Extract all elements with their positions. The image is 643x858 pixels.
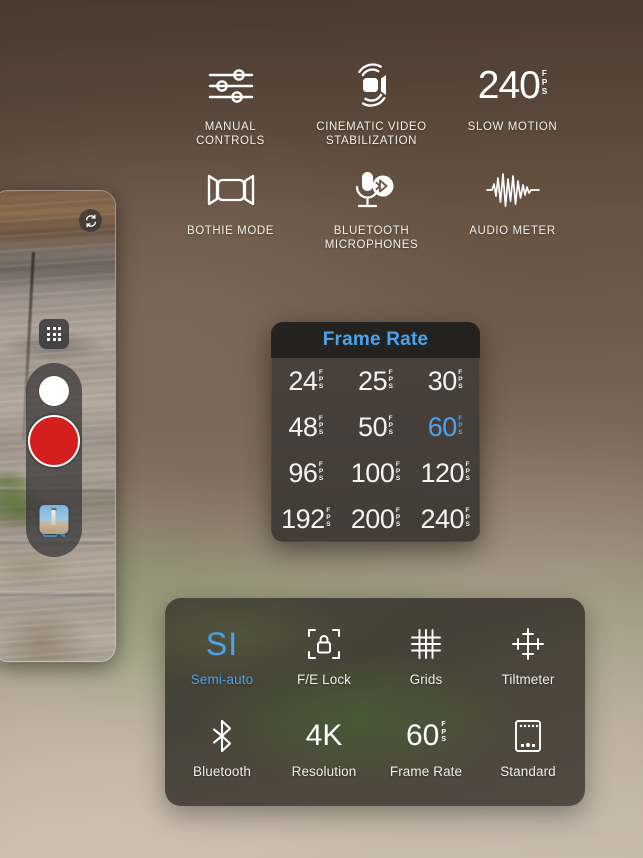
rock-ledge (0, 590, 115, 596)
resolution-4k-icon: 4K (306, 714, 343, 758)
semi-auto-value: SI (205, 625, 239, 662)
frame-rate-value: 120 (420, 458, 465, 488)
setting-grids[interactable]: Grids (375, 608, 477, 700)
semi-auto-si-icon: SI (206, 622, 238, 666)
frame-rate-option-120[interactable]: 120 F P S (410, 450, 480, 496)
frame-rate-value: 60 (427, 412, 458, 442)
feature-label: CINEMATIC VIDEO STABILIZATION (316, 121, 427, 147)
setting-label: F/E Lock (296, 671, 352, 687)
setting-label: Tiltmeter (501, 671, 555, 687)
fps-unit: FPS (326, 507, 331, 528)
frame-rate-option-60[interactable]: 60 F P S (410, 404, 480, 450)
frame-rate-option-24[interactable]: 24 F P S (271, 358, 341, 404)
feature-label: BLUETOOTH MICROPHONES (324, 225, 419, 251)
frame-rate-title: Frame Rate (271, 322, 480, 358)
bluetooth-microphone-icon (345, 162, 399, 218)
fps-unit: F P S (441, 721, 447, 743)
sliders-icon (205, 58, 257, 114)
feature-bothie-mode[interactable]: BOTHIE MODE (160, 162, 301, 252)
frame-rate-value: 25 (358, 366, 388, 396)
feature-label: AUDIO METER (469, 225, 556, 237)
lighthouse-tower (51, 510, 56, 526)
fps-unit: FPS (458, 415, 463, 436)
resolution-value: 4K (305, 718, 343, 752)
setting-fe-lock[interactable]: F/E Lock (273, 608, 375, 700)
frame-rate-option-48[interactable]: 48 F P S (271, 404, 341, 450)
standard-format-icon (513, 714, 543, 758)
setting-label: Grids (409, 671, 443, 687)
frame-rate-option-96[interactable]: 96 F P S (271, 450, 341, 496)
grid-dots-icon[interactable] (39, 319, 69, 349)
setting-label: Resolution (291, 763, 357, 779)
frame-rate-value: 240 (420, 504, 465, 534)
feature-label: MANUAL CONTROLS (196, 121, 265, 147)
frame-rate-value: 30 (427, 366, 458, 396)
setting-label: Frame Rate (389, 763, 463, 779)
frame-rate-value: 192 (281, 504, 325, 534)
frame-rate-options-grid: 24 F P S 25 F P S 30 F P S 48 F P S 50 F P S 60 F P S 96 F P… (271, 358, 480, 542)
setting-bluetooth[interactable]: Bluetooth (171, 700, 273, 792)
settings-options-grid: SI Semi-auto F/E Lock Grids Tiltmeter Bl… (165, 598, 585, 806)
setting-semi-auto[interactable]: SI Semi-auto (171, 608, 273, 700)
setting-label: Semi-auto (190, 671, 254, 687)
frame-rate-value: 60 (405, 719, 440, 752)
fps-unit: FPS (465, 507, 470, 528)
grids-icon (410, 622, 442, 666)
focus-exposure-lock-icon (307, 622, 341, 666)
feature-cinematic-video-stabilization[interactable]: CINEMATIC VIDEO STABILIZATION (301, 58, 442, 148)
frame-rate-value: 100 (350, 458, 395, 488)
frame-rate-popover[interactable]: Frame Rate 24 F P S 25 F P S 30 F P S 48 F P S 50 F P S… (271, 322, 480, 542)
frame-rate-option-192[interactable]: 192 F P S (271, 496, 341, 542)
cinematic-stabilization-icon (345, 58, 399, 114)
fps-number: 240 (477, 64, 541, 107)
fps-unit: FPS (458, 369, 463, 390)
fps-unit: FPS (318, 461, 324, 482)
setting-frame-rate[interactable]: 60 F P S Frame Rate (375, 700, 477, 792)
fps-unit: FPS (388, 369, 393, 390)
feature-audio-meter[interactable]: AUDIO METER (442, 162, 583, 252)
bluetooth-icon (209, 714, 235, 758)
frame-rate-option-30[interactable]: 30 F P S (410, 358, 480, 404)
feature-manual-controls[interactable]: MANUAL CONTROLS (160, 58, 301, 148)
setting-label: Bluetooth (193, 763, 251, 779)
camera-preview-card[interactable] (0, 190, 116, 662)
frame-rate-value: 24 (288, 366, 318, 396)
fps-unit: FPS (318, 369, 324, 390)
feature-label: BOTHIE MODE (186, 225, 275, 237)
frame-rate-value: 50 (358, 412, 388, 442)
240-fps-icon: 240 F P S (478, 58, 547, 114)
fps-unit: F P S (541, 69, 548, 96)
fps-unit: FPS (388, 415, 393, 436)
setting-tiltmeter[interactable]: Tiltmeter (477, 608, 579, 700)
audio-waveform-icon (484, 162, 542, 218)
camera-settings-panel[interactable]: SI Semi-auto F/E Lock Grids Tiltmeter Bl… (165, 598, 585, 806)
frame-rate-option-25[interactable]: 25 F P S (341, 358, 411, 404)
record-button[interactable] (28, 415, 80, 467)
photo-shutter-button[interactable] (39, 376, 69, 406)
frame-rate-value: 48 (288, 412, 318, 442)
setting-label: Standard (500, 763, 556, 779)
frame-rate-option-240[interactable]: 240 F P S (410, 496, 480, 542)
frame-rate-value: 200 (350, 504, 395, 534)
feature-bluetooth-microphones[interactable]: BLUETOOTH MICROPHONES (301, 162, 442, 252)
fps-unit: FPS (395, 507, 401, 528)
frame-rate-option-100[interactable]: 100 F P S (341, 450, 411, 496)
fps-unit: FPS (465, 461, 470, 482)
last-capture-thumbnail[interactable] (39, 505, 69, 534)
grid-dots (47, 327, 61, 341)
bothie-camera-icon (201, 162, 261, 218)
fps-unit: FPS (395, 461, 401, 482)
frame-rate-60-icon: 60 F P S (406, 714, 446, 758)
setting-standard-format[interactable]: Standard (477, 700, 579, 792)
frame-rate-value: 96 (288, 458, 318, 488)
feature-slow-motion[interactable]: 240 F P S SLOW MOTION (442, 58, 583, 148)
frame-rate-option-50[interactable]: 50 F P S (341, 404, 411, 450)
frame-rate-option-200[interactable]: 200 F P S (341, 496, 411, 542)
fps-unit: FPS (318, 415, 324, 436)
feature-highlights-grid: MANUAL CONTROLS CINEMATIC VIDEO STABILIZ… (160, 58, 583, 252)
camera-flip-icon[interactable] (79, 209, 102, 232)
setting-resolution[interactable]: 4K Resolution (273, 700, 375, 792)
tiltmeter-icon (510, 622, 546, 666)
feature-label: SLOW MOTION (467, 121, 558, 133)
